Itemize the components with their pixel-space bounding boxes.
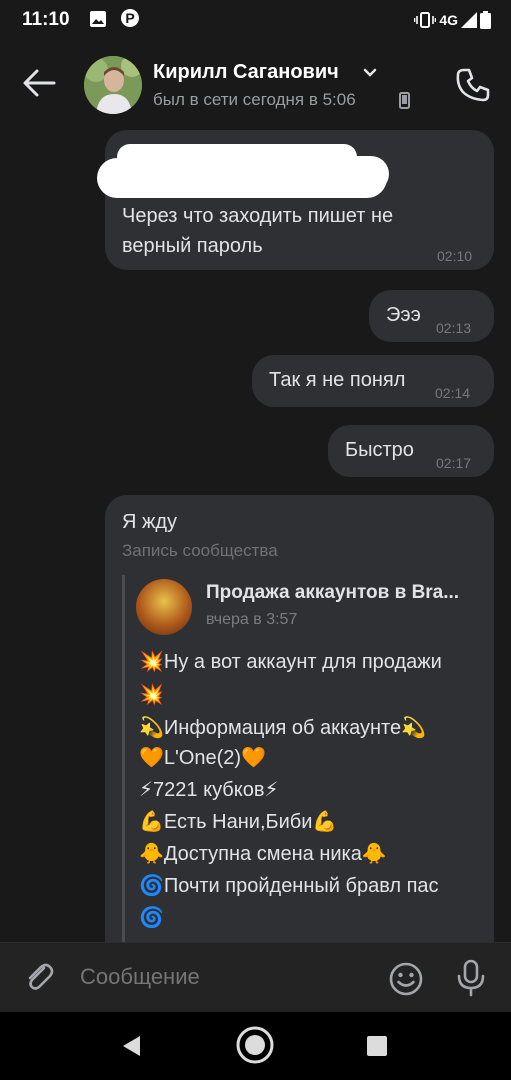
nav-recent-apps-icon[interactable] (367, 1036, 387, 1056)
back-arrow-icon[interactable] (22, 68, 56, 98)
message-bubble[interactable]: Эээ 02:13 (369, 290, 494, 342)
contact-name[interactable]: Кирилл Саганович (153, 61, 339, 84)
contact-avatar[interactable] (84, 56, 142, 114)
post-line: 💥 (139, 684, 164, 706)
message-text: Быстро (345, 439, 414, 461)
last-seen-status: был в сети сегодня в 5:06 (153, 90, 356, 109)
signal-icon (461, 12, 477, 28)
status-time: 11:10 (22, 9, 70, 30)
repost-date: вчера в 3:57 (206, 611, 298, 628)
mobile-icon (399, 92, 410, 109)
group-avatar[interactable] (136, 579, 192, 635)
message-time: 02:13 (436, 320, 472, 336)
network-type: 4G (439, 12, 458, 28)
message-list[interactable]: Через что заходить пишет не верный парол… (0, 128, 511, 942)
group-name[interactable]: Продажа аккаунтов в Bra... (206, 582, 459, 604)
message-time: 02:14 (435, 385, 471, 401)
chat-header: Кирилл Саганович был в сети сегодня в 5:… (0, 42, 511, 128)
post-line: 💪Есть Нани,Биби💪 (139, 811, 338, 833)
repost-label: Запись сообщества (122, 541, 278, 560)
battery-icon (480, 11, 491, 29)
emoji-smile-icon[interactable] (388, 961, 424, 997)
redacted-text (255, 156, 389, 192)
nav-home-icon[interactable] (235, 1025, 275, 1065)
post-line: 💥Ну а вот аккаунт для продажи (139, 651, 442, 673)
message-bubble[interactable]: Быстро 02:17 (328, 425, 494, 477)
message-bubble[interactable]: Так я не понял 02:14 (252, 355, 494, 407)
message-input-bar (0, 942, 511, 1013)
system-navigation-bar (0, 1012, 511, 1080)
message-input[interactable] (80, 964, 360, 990)
message-text: Я жду (122, 511, 178, 533)
repost-divider (122, 575, 125, 942)
message-time: 02:17 (436, 455, 472, 471)
nav-back-icon[interactable] (120, 1034, 144, 1058)
post-line: 💫Информация об аккаунте💫 (139, 717, 427, 739)
post-line: 🌀Почти пройденный бравл пас (139, 875, 439, 897)
repost-message-bubble[interactable]: Я жду Запись сообщества Продажа аккаунто… (105, 495, 494, 942)
message-text: Эээ (386, 304, 421, 326)
vibrate-icon (414, 12, 437, 28)
post-line: 🐥Доступна смена ника🐥 (139, 843, 387, 865)
post-line: 🌀 (139, 907, 164, 929)
gallery-icon (90, 11, 106, 27)
attach-paperclip-icon[interactable] (22, 960, 56, 994)
post-line: ⚡7221 кубков⚡ (139, 779, 279, 801)
message-time: 02:10 (437, 248, 473, 264)
phone-call-icon[interactable] (455, 67, 491, 103)
message-bubble[interactable]: Через что заходить пишет не верный парол… (97, 130, 494, 270)
status-bar: 11:10 P 4G (0, 0, 511, 42)
status-indicators: 4G (414, 10, 491, 30)
chevron-down-icon[interactable] (363, 68, 377, 78)
message-text: Через что заходить пишет не верный парол… (122, 205, 394, 257)
post-line: 🧡L'One(2)🧡 (139, 747, 266, 769)
message-text: Так я не понял (269, 369, 406, 391)
parking-app-icon: P (121, 9, 139, 27)
microphone-icon[interactable] (456, 959, 486, 997)
